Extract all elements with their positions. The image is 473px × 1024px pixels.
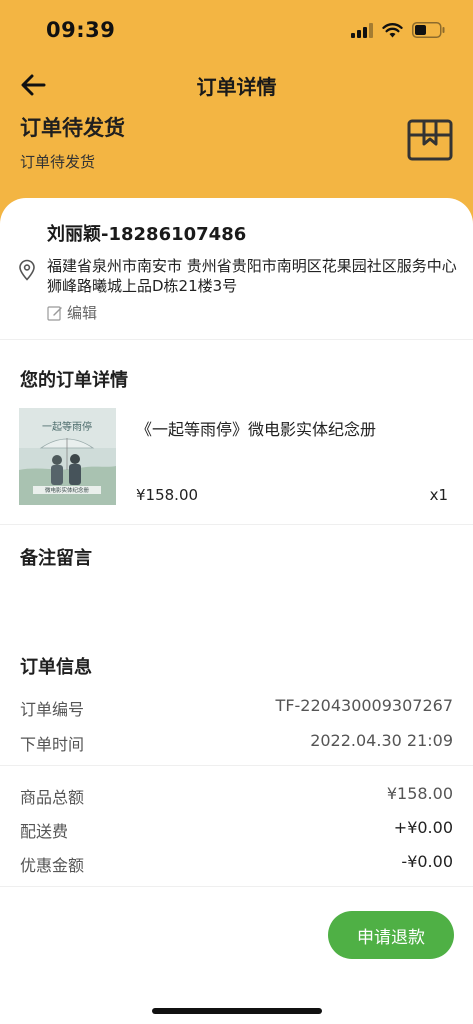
refund-button[interactable]: 申请退款 — [328, 911, 454, 959]
edit-label: 编辑 — [67, 304, 98, 322]
status-bar: 09:39 — [0, 0, 473, 62]
order-status-title: 订单待发货 — [20, 116, 125, 140]
status-time: 09:39 — [46, 18, 116, 42]
order-status-subtitle: 订单待发货 — [20, 153, 96, 171]
product-quantity: x1 — [429, 486, 448, 504]
home-indicator[interactable] — [152, 1008, 322, 1014]
page-title: 订单详情 — [196, 75, 277, 99]
product-image[interactable]: 一起等雨停 微电影实体纪念册 — [19, 408, 116, 505]
discount-label: 优惠金额 — [20, 856, 85, 875]
order-details-title: 您的订单详情 — [20, 370, 128, 391]
edit-icon — [47, 305, 62, 321]
order-time-label: 下单时间 — [20, 735, 85, 754]
shipping-fee-value: +¥0.00 — [393, 818, 453, 837]
battery-icon — [412, 22, 445, 38]
goods-total-value: ¥158.00 — [386, 784, 453, 803]
divider — [0, 524, 473, 525]
package-icon — [407, 119, 453, 161]
edit-address-button[interactable]: 编辑 — [47, 302, 97, 323]
address-text: 福建省泉州市南安市 贵州省贵阳市南明区花果园社区服务中心 狮峰路曦城上品D栋21… — [47, 257, 457, 295]
wifi-icon — [382, 22, 403, 37]
recipient-name-phone: 刘丽颖-18286107486 — [47, 224, 247, 245]
navigation-bar: 订单详情 — [0, 62, 473, 106]
remark-title: 备注留言 — [20, 548, 92, 569]
product-image-title: 一起等雨停 — [42, 420, 92, 433]
product-image-caption: 微电影实体纪念册 — [45, 486, 90, 494]
order-info-title: 订单信息 — [20, 657, 92, 678]
divider — [0, 339, 473, 340]
product-name[interactable]: 《一起等雨停》微电影实体纪念册 — [136, 416, 416, 440]
divider — [0, 765, 473, 766]
shipping-fee-label: 配送费 — [20, 822, 69, 841]
location-pin-icon — [19, 259, 35, 281]
signal-icon — [351, 22, 373, 38]
order-number-label: 订单编号 — [20, 700, 85, 719]
divider — [0, 886, 473, 887]
status-icons — [351, 22, 445, 38]
discount-value: -¥0.00 — [401, 852, 453, 871]
order-number-value: TF-220430009307267 — [275, 696, 453, 715]
product-cover-art: 一起等雨停 微电影实体纪念册 — [19, 408, 116, 505]
product-price: ¥158.00 — [136, 486, 199, 504]
order-time-value: 2022.04.30 21:09 — [310, 731, 453, 750]
goods-total-label: 商品总额 — [20, 788, 85, 807]
